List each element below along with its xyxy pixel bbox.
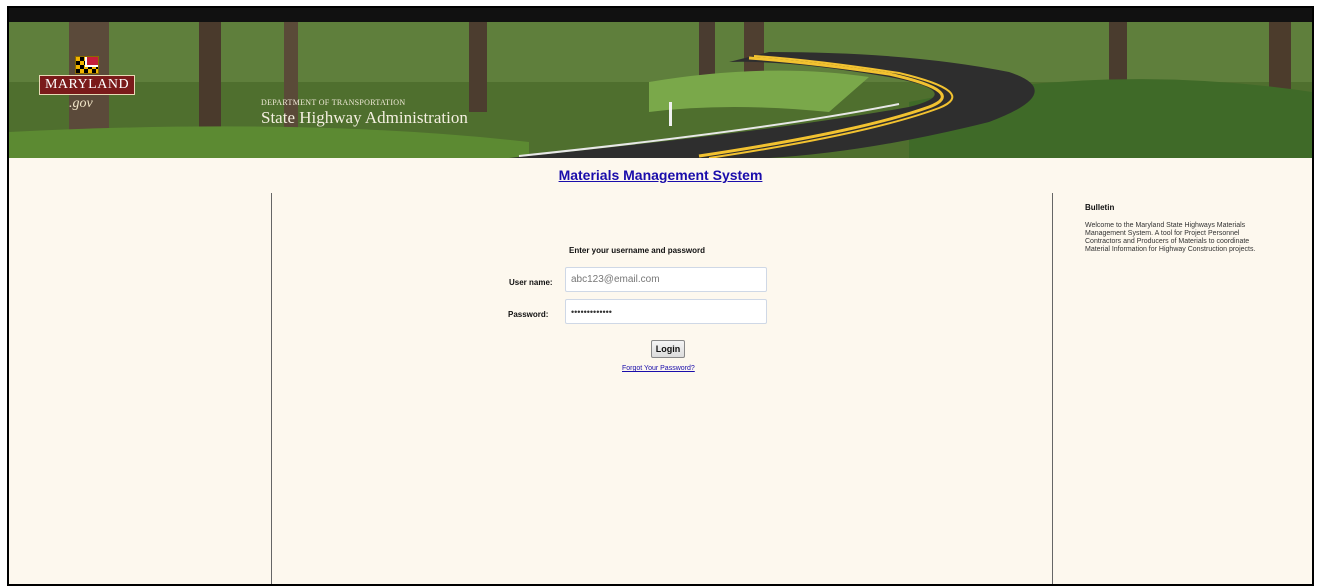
login-button[interactable]: Login (651, 340, 685, 358)
forgot-password-link[interactable]: Forgot Your Password? (622, 365, 695, 372)
page-title[interactable]: Materials Management System (9, 167, 1312, 185)
forest-road-image (9, 22, 1312, 158)
password-input[interactable] (565, 299, 767, 324)
system-title-link[interactable]: Materials Management System (559, 167, 763, 183)
right-divider (1052, 193, 1053, 584)
password-label: Password: (508, 310, 549, 319)
left-divider (271, 193, 272, 584)
username-input[interactable] (565, 267, 767, 292)
bulletin-text: Welcome to the Maryland State Highways M… (1085, 222, 1256, 253)
logo-gov: .gov (69, 96, 93, 111)
agency-title: State Highway Administration (261, 108, 468, 127)
bulletin-title: Bulletin (1085, 203, 1115, 212)
maryland-flag-icon (75, 56, 99, 74)
department-label: DEPARTMENT OF TRANSPORTATION (261, 98, 406, 107)
login-prompt: Enter your username and password (569, 246, 706, 255)
top-bar (9, 8, 1312, 22)
username-label: User name: (509, 278, 553, 287)
header-banner: MARYLAND .gov DEPARTMENT OF TRANSPORTATI… (9, 22, 1312, 158)
page-frame: MARYLAND .gov DEPARTMENT OF TRANSPORTATI… (7, 6, 1314, 586)
maryland-logo[interactable]: MARYLAND .gov (39, 56, 135, 112)
logo-word: MARYLAND (39, 75, 135, 95)
